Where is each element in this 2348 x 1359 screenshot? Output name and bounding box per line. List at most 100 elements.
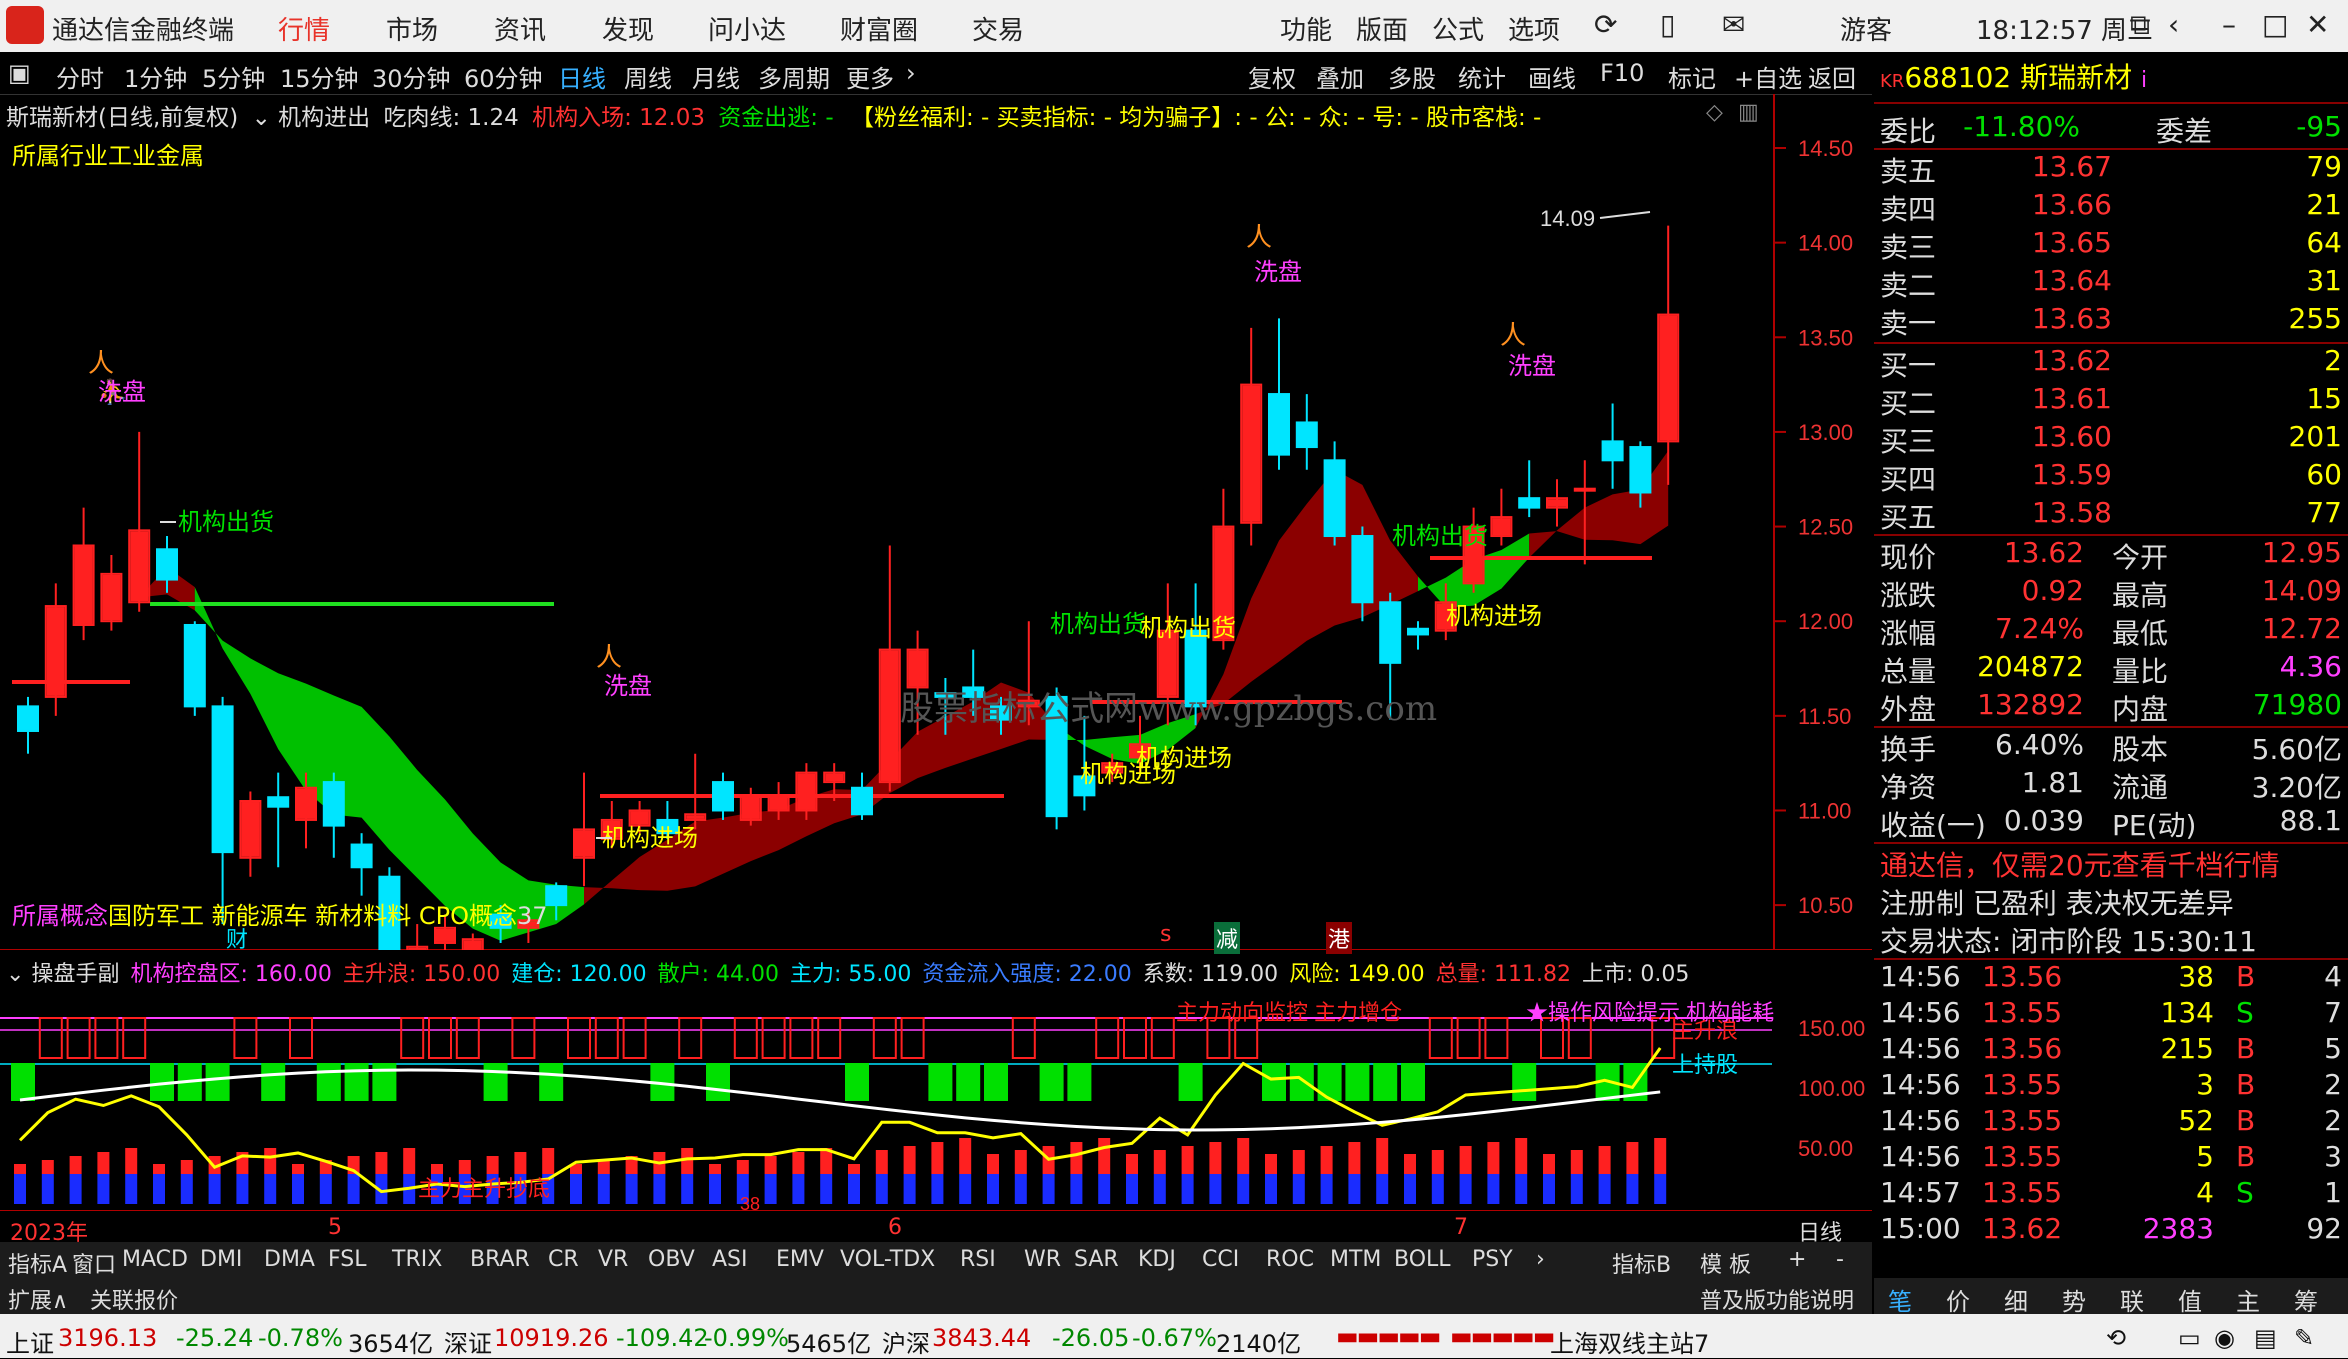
period-60min[interactable]: 60分钟	[464, 59, 543, 94]
server-label[interactable]: 上海双线主站7	[1550, 1324, 1709, 1359]
tool-back[interactable]: 返回	[1808, 59, 1856, 94]
tool-draw[interactable]: 画线	[1528, 59, 1576, 94]
quote-tab-2[interactable]: 细	[2004, 1282, 2028, 1317]
period-1min[interactable]: 1分钟	[124, 59, 187, 94]
quote-tab-5[interactable]: 值	[2178, 1282, 2202, 1317]
back-icon[interactable]: ‹	[2168, 8, 2179, 41]
sz-label[interactable]: 深证	[444, 1324, 492, 1359]
indicator-tab-rsi[interactable]: RSI	[960, 1247, 996, 1272]
indicator-tab-窗口[interactable]: 窗口	[72, 1247, 116, 1279]
indicator-tab-roc[interactable]: ROC	[1266, 1247, 1314, 1272]
tool-overlay[interactable]: 叠加	[1316, 59, 1364, 94]
menu-market-quote[interactable]: 行情	[278, 10, 330, 47]
window-icon[interactable]: ▭	[2178, 1324, 2201, 1352]
minimize-icon[interactable]: –	[2222, 8, 2236, 41]
period-intraday[interactable]: 分时	[56, 59, 104, 94]
indicator-tab-vol-tdx[interactable]: VOL-TDX	[840, 1247, 935, 1272]
indicator-tab-brar[interactable]: BRAR	[470, 1247, 530, 1272]
period-more[interactable]: 更多	[846, 59, 894, 94]
indicator-tab-mtm[interactable]: MTM	[1330, 1247, 1381, 1272]
right-tab-0[interactable]: 指标B	[1612, 1247, 1671, 1279]
sub-chevron-icon[interactable]: ⌄	[6, 962, 24, 987]
expand-button[interactable]: 扩展∧	[8, 1283, 68, 1315]
menu-formula[interactable]: 公式	[1432, 10, 1484, 47]
event-marker-finance[interactable]: 财	[226, 922, 248, 954]
quote-tab-3[interactable]: 势	[2062, 1282, 2086, 1317]
chevron-right-icon[interactable]: ›	[906, 59, 916, 87]
menu-wealth[interactable]: 财富圈	[840, 10, 918, 47]
quote-tab-1[interactable]: 价	[1946, 1282, 1970, 1317]
indicator-tab-dmi[interactable]: DMI	[200, 1247, 242, 1272]
sub-indicator-chart[interactable]: 150.00 100.00 50.00 主力动向监控 主力增仓 ★操作风险提示 …	[0, 986, 1872, 1210]
menu-options[interactable]: 选项	[1508, 10, 1560, 47]
sh-label[interactable]: 上证	[6, 1324, 54, 1359]
quote-tab-0[interactable]: 笔	[1888, 1282, 1912, 1317]
user-label[interactable]: 游客	[1840, 10, 1892, 47]
right-tab-3[interactable]: -	[1836, 1247, 1844, 1272]
menu-ask[interactable]: 问小达	[708, 10, 786, 47]
period-5min[interactable]: 5分钟	[202, 59, 265, 94]
indicator-tab-cr[interactable]: CR	[548, 1247, 579, 1272]
related-quote-button[interactable]: 关联报价	[90, 1283, 178, 1315]
period-monthly[interactable]: 月线	[692, 59, 740, 94]
event-marker-reduce[interactable]: 减	[1214, 922, 1241, 954]
quote-tab-6[interactable]: 主	[2236, 1282, 2260, 1317]
panel-toggle-icon[interactable]: ▣	[8, 59, 31, 87]
menu-layout[interactable]: 版面	[1356, 10, 1408, 47]
quote-tab-4[interactable]: 联	[2120, 1282, 2144, 1317]
hs-label[interactable]: 沪深	[882, 1324, 930, 1359]
mail-icon[interactable]: ✉	[1722, 8, 1745, 41]
period-30min[interactable]: 30分钟	[372, 59, 451, 94]
period-15min[interactable]: 15分钟	[280, 59, 359, 94]
indicator-tab-vr[interactable]: VR	[598, 1247, 628, 1272]
restore-icon[interactable]: ⧉	[2130, 8, 2150, 42]
period-weekly[interactable]: 周线	[624, 59, 672, 94]
maximize-icon[interactable]: □	[2262, 8, 2288, 41]
coin-icon[interactable]: ◉	[2214, 1324, 2235, 1352]
indicator-tab-emv[interactable]: EMV	[776, 1247, 824, 1272]
refresh-icon[interactable]: ⟳	[1594, 8, 1617, 41]
tool-multistock[interactable]: 多股	[1388, 59, 1436, 94]
indicator-tab-psy[interactable]: PSY	[1472, 1247, 1513, 1272]
indicator-tab-fsl[interactable]: FSL	[328, 1247, 367, 1272]
close-icon[interactable]: ✕	[2306, 8, 2329, 41]
sub-indicator-name[interactable]: 操盘手副	[31, 962, 119, 987]
indicator-tab-trix[interactable]: TRIX	[392, 1247, 442, 1272]
menu-trade[interactable]: 交易	[972, 10, 1024, 47]
help-link[interactable]: 普及版功能说明	[1700, 1283, 1854, 1315]
event-marker-s[interactable]: s	[1160, 922, 1171, 947]
indicator-tab-指标a[interactable]: 指标A	[8, 1247, 67, 1279]
tabs-more-icon[interactable]: ›	[1536, 1247, 1545, 1272]
indicator-tab-macd[interactable]: MACD	[122, 1247, 188, 1272]
menu-function[interactable]: 功能	[1280, 10, 1332, 47]
menu-news[interactable]: 资讯	[494, 10, 546, 47]
right-tab-1[interactable]: 模 板	[1700, 1247, 1751, 1279]
chat-icon[interactable]: ✎	[2294, 1324, 2314, 1352]
indicator-tab-wr[interactable]: WR	[1024, 1247, 1061, 1272]
event-marker-hk[interactable]: 港	[1326, 922, 1353, 954]
tool-mark[interactable]: 标记	[1668, 59, 1716, 94]
news-icon[interactable]: ▤	[2254, 1324, 2277, 1352]
info-icon[interactable]: i	[2141, 68, 2147, 93]
candlestick-chart[interactable]: 14.50 14.00 13.50 13.00 12.50 12.00 11.50 11.00…	[0, 94, 1872, 950]
indicator-tab-dma[interactable]: DMA	[264, 1247, 315, 1272]
menu-market[interactable]: 市场	[386, 10, 438, 47]
sync-icon[interactable]: ⟲	[2106, 1324, 2126, 1352]
tool-adjust[interactable]: 复权	[1248, 59, 1296, 94]
tool-stats[interactable]: 统计	[1458, 59, 1506, 94]
tool-add-watch[interactable]: +自选	[1734, 59, 1802, 94]
indicator-tab-cci[interactable]: CCI	[1202, 1247, 1239, 1272]
menu-discover[interactable]: 发现	[602, 10, 654, 47]
indicator-tab-asi[interactable]: ASI	[712, 1247, 748, 1272]
indicator-tab-boll[interactable]: BOLL	[1394, 1247, 1451, 1272]
period-multi[interactable]: 多周期	[758, 59, 830, 94]
period-daily[interactable]: 日线	[558, 59, 606, 94]
right-tab-2[interactable]: +	[1788, 1247, 1806, 1272]
indicator-tab-sar[interactable]: SAR	[1074, 1247, 1119, 1272]
phone-icon[interactable]: ▯	[1660, 8, 1675, 41]
bid-price: 13.58	[2031, 496, 2112, 529]
indicator-tab-kdj[interactable]: KDJ	[1138, 1247, 1176, 1272]
indicator-tab-obv[interactable]: OBV	[648, 1247, 695, 1272]
quote-tab-7[interactable]: 筹	[2294, 1282, 2318, 1317]
tool-f10[interactable]: F10	[1600, 59, 1644, 87]
